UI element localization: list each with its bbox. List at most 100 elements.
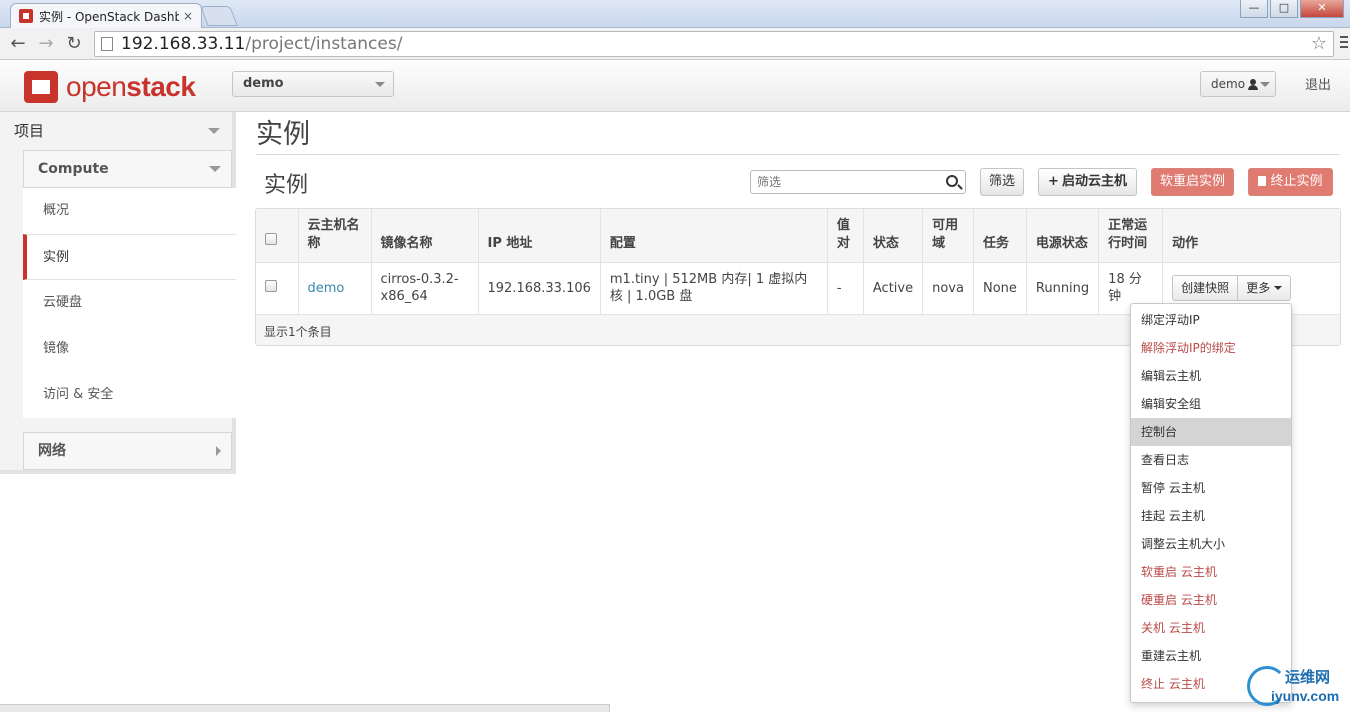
chevron-down-icon <box>208 128 220 134</box>
menu-item-shutoff-instance[interactable]: 关机 云主机 <box>1131 614 1291 642</box>
terminate-instances-button[interactable]: 终止实例 <box>1248 168 1333 196</box>
maximize-button[interactable]: □ <box>1270 0 1298 18</box>
sidebar-item-volumes[interactable]: 云硬盘 <box>23 280 236 326</box>
cell-status: Active <box>863 262 924 314</box>
menu-item-disassociate-floating-ip[interactable]: 解除浮动IP的绑定 <box>1131 334 1291 362</box>
site-watermark-logo: 运维网 iyunv.com <box>1245 664 1345 710</box>
col-header-power[interactable]: 电源状态 <box>1026 209 1100 262</box>
terminate-instances-label: 终止实例 <box>1270 174 1323 189</box>
cell-name: demo <box>298 262 372 314</box>
menu-item-view-log[interactable]: 查看日志 <box>1131 446 1291 474</box>
cell-power: Running <box>1026 262 1100 314</box>
browser-menu-icon[interactable] <box>1340 36 1348 50</box>
user-icon <box>1248 79 1259 90</box>
openstack-logo-icon <box>24 71 58 103</box>
openstack-favicon-icon <box>19 9 33 23</box>
project-switcher[interactable]: demo <box>232 71 394 97</box>
filter-input[interactable] <box>750 170 966 194</box>
sidebar-item-access-security[interactable]: 访问 & 安全 <box>23 372 236 418</box>
plus-icon: + <box>1048 174 1059 189</box>
table-header-row: 云主机名称 镜像名称 IP 地址 配置 值对 状态 可用域 任务 电源状态 正常… <box>256 209 1340 262</box>
menu-item-suspend-instance[interactable]: 挂起 云主机 <box>1131 502 1291 530</box>
close-window-button[interactable]: ✕ <box>1300 0 1344 18</box>
dashboard-header: openstack demo demo 退出 <box>0 61 1350 112</box>
menu-item-resize-instance[interactable]: 调整云主机大小 <box>1131 530 1291 558</box>
col-header-name[interactable]: 云主机名称 <box>298 209 372 262</box>
sidebar-section-label: 项目 <box>14 122 45 140</box>
reload-icon[interactable]: ↻ <box>64 34 84 54</box>
soft-reboot-instances-button[interactable]: 软重启实例 <box>1151 168 1234 196</box>
sidebar: 项目 Compute 概况 实例 云硬盘 镜像 访问 & 安全 网络 <box>0 112 236 474</box>
close-tab-icon[interactable]: × <box>183 9 193 23</box>
select-all-cell <box>256 209 299 262</box>
chevron-down-icon <box>1260 82 1270 87</box>
window-controls: — □ ✕ <box>1240 0 1344 18</box>
col-header-zone[interactable]: 可用域 <box>922 209 974 262</box>
sidebar-group-label: Compute <box>38 161 109 177</box>
sidebar-group-network[interactable]: 网络 <box>23 432 232 470</box>
address-bar[interactable]: 192.168.33.11 /project/instances/ ☆ <box>94 31 1334 57</box>
cell-ip: 192.168.33.106 <box>478 262 601 314</box>
sidebar-group-compute[interactable]: Compute <box>23 150 232 188</box>
create-snapshot-button[interactable]: 创建快照 <box>1172 275 1239 301</box>
menu-item-pause-instance[interactable]: 暂停 云主机 <box>1131 474 1291 502</box>
logout-link[interactable]: 退出 <box>1305 74 1331 93</box>
col-header-task[interactable]: 任务 <box>973 209 1027 262</box>
instance-name-link[interactable]: demo <box>308 281 345 296</box>
menu-item-soft-reboot-instance[interactable]: 软重启 云主机 <box>1131 558 1291 586</box>
cell-image: cirros-0.3.2-x86_64 <box>371 262 479 314</box>
cell-keypair: - <box>827 262 864 314</box>
sidebar-compute-items: 概况 实例 云硬盘 镜像 访问 & 安全 <box>23 188 236 418</box>
menu-item-console[interactable]: 控制台 <box>1131 418 1291 446</box>
sidebar-item-instances[interactable]: 实例 <box>23 234 236 280</box>
forward-icon[interactable]: → <box>36 34 56 54</box>
col-header-uptime[interactable]: 正常运行时间 <box>1098 209 1164 262</box>
bookmark-star-icon[interactable]: ☆ <box>1311 33 1327 54</box>
more-actions-dropdown: 绑定浮动IP 解除浮动IP的绑定 编辑云主机 编辑安全组 控制台 查看日志 暂停 云主机 挂起… <box>1130 303 1292 703</box>
filter-button[interactable]: 筛选 <box>980 168 1024 196</box>
divider <box>256 154 1340 155</box>
launch-instance-label: 启动云主机 <box>1061 174 1127 189</box>
chevron-down-icon <box>209 166 221 172</box>
user-name: demo <box>1211 77 1246 91</box>
logo-text: openstack <box>66 71 196 103</box>
col-header-status[interactable]: 状态 <box>863 209 924 262</box>
col-header-keypair[interactable]: 值对 <box>827 209 864 262</box>
menu-item-hard-reboot-instance[interactable]: 硬重启 云主机 <box>1131 586 1291 614</box>
cell-flavor: m1.tiny | 512MB 内存| 1 虚拟内核 | 1.0GB 盘 <box>600 262 828 314</box>
cell-task: None <box>973 262 1027 314</box>
menu-item-associate-floating-ip[interactable]: 绑定浮动IP <box>1131 306 1291 334</box>
row-checkbox[interactable] <box>265 279 277 292</box>
table-title: 实例 <box>264 173 309 198</box>
search-icon[interactable] <box>946 175 958 187</box>
sidebar-item-overview[interactable]: 概况 <box>23 188 236 234</box>
cell-zone: nova <box>922 262 974 314</box>
col-header-ip[interactable]: IP 地址 <box>478 209 601 262</box>
back-icon[interactable]: ← <box>8 34 28 54</box>
trash-icon <box>1258 176 1267 186</box>
minimize-button[interactable]: — <box>1240 0 1268 18</box>
sidebar-section-project[interactable]: 项目 <box>0 112 232 150</box>
chevron-right-icon <box>216 446 221 456</box>
more-actions-button[interactable]: 更多 <box>1238 275 1292 301</box>
select-all-checkbox[interactable] <box>265 232 277 245</box>
tab-title: 实例 - OpenStack Dashboard <box>39 9 179 24</box>
page-title: 实例 <box>256 119 310 150</box>
openstack-logo[interactable]: openstack <box>24 71 196 103</box>
browser-tab[interactable]: 实例 - OpenStack Dashboard × <box>10 3 202 28</box>
menu-item-edit-instance[interactable]: 编辑云主机 <box>1131 362 1291 390</box>
sidebar-item-images[interactable]: 镜像 <box>23 326 236 372</box>
url-path: /project/instances/ <box>245 34 403 54</box>
browser-toolbar: ← → ↻ 192.168.33.11 /project/instances/ … <box>0 28 1350 60</box>
launch-instance-button[interactable]: + 启动云主机 <box>1038 168 1137 196</box>
col-header-flavor[interactable]: 配置 <box>600 209 828 262</box>
sidebar-group-label: 网络 <box>38 443 66 459</box>
row-select-cell <box>256 262 299 314</box>
url-host: 192.168.33.11 <box>121 34 246 54</box>
menu-item-edit-security-groups[interactable]: 编辑安全组 <box>1131 390 1291 418</box>
new-tab-button[interactable] <box>200 6 238 26</box>
col-header-image[interactable]: 镜像名称 <box>371 209 479 262</box>
user-menu[interactable]: demo <box>1200 71 1276 97</box>
table-footer-count: 显示1个条目 <box>264 325 332 339</box>
watermark-line1: 运维网 <box>1285 668 1331 686</box>
